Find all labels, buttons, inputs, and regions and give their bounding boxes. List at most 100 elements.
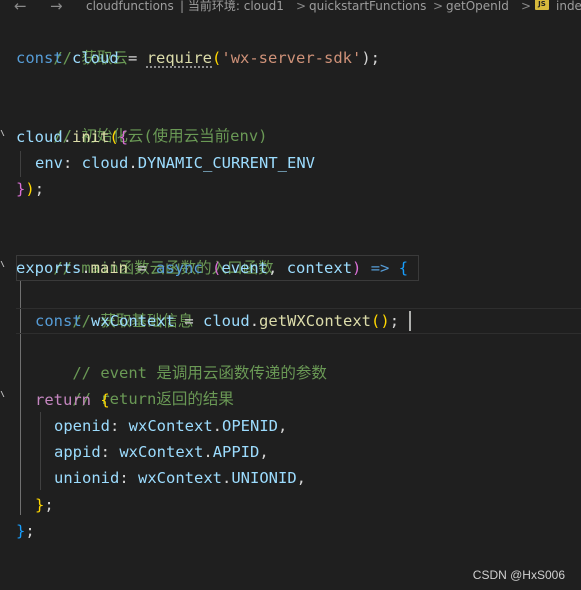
breadcrumb-item-env[interactable]: | 当前环境: cloud1 [180, 0, 284, 13]
bracket: } [35, 496, 45, 514]
operator: = [175, 312, 204, 330]
breadcrumb-separator: > [296, 0, 307, 13]
code-line-1: // 获取云 [16, 19, 128, 67]
operator: : [100, 443, 120, 461]
code-line-6: env: cloud.DYNAMIC_CURRENT_ENV [35, 150, 315, 176]
string-literal: 'wx-server-sdk' [221, 49, 362, 67]
operator: , [268, 259, 287, 277]
code-line-18: unionid: wxContext.UNIONID, [54, 465, 306, 491]
code-line-19: }; [35, 492, 54, 518]
variable: wxContext [128, 417, 213, 435]
operator: : [119, 469, 138, 487]
property-key: appid [54, 443, 101, 461]
operator: . [222, 469, 232, 487]
breadcrumb: ← → cloudfunctions | 当前环境: cloud1 > quic… [0, 0, 581, 16]
bracket: } [16, 180, 26, 198]
breadcrumb-item-cloudfunctions[interactable]: cloudfunctions [86, 0, 174, 13]
operator: = [118, 49, 147, 67]
operator: . [62, 128, 73, 146]
bracket: { [100, 391, 110, 409]
javascript-file-icon: JS [535, 0, 549, 10]
variable: cloud [72, 49, 119, 67]
operator-arrow: => [361, 259, 399, 277]
operator: . [81, 259, 91, 277]
keyword-async: async [156, 259, 203, 277]
operator: , [259, 443, 269, 461]
code-line-16: openid: wxContext.OPENID, [54, 413, 287, 439]
fold-marker-icon[interactable] [0, 391, 11, 397]
code-line-14: // return返回的结果 [35, 360, 234, 408]
operator: = [128, 259, 156, 277]
operator: : [63, 154, 82, 172]
keyword-const: const [16, 49, 63, 67]
editor-window: { "breadcrumb": { "back": "←", "forward"… [0, 0, 581, 590]
breadcrumb-item-quickstart[interactable]: quickstartFunctions [309, 0, 426, 13]
code-line-20: }; [16, 518, 35, 544]
variable: wxContext [119, 443, 204, 461]
bracket: } [16, 522, 26, 540]
watermark: CSDN @HxS006 [472, 568, 565, 582]
bracket: ( [212, 49, 222, 67]
function-call: init [72, 128, 110, 146]
function-call: require [146, 49, 213, 67]
fold-marker-icon[interactable] [0, 261, 11, 267]
operator: . [249, 312, 260, 330]
constant: APPID [212, 443, 260, 461]
bracket: () [371, 312, 390, 330]
operator: . [203, 443, 213, 461]
bracket: ) [352, 259, 362, 277]
operator: : [110, 417, 129, 435]
bracket: { [118, 128, 129, 146]
function-name: main [90, 259, 128, 277]
breadcrumb-separator: > [433, 0, 444, 13]
code-line-12: const wxContext = cloud.getWXContext(); [35, 308, 399, 334]
back-arrow-icon[interactable]: ← [14, 0, 27, 14]
code-line-11: // 获取基础信息 [35, 282, 193, 330]
keyword-return: return [35, 391, 91, 409]
code-line-9: // main函数云函数的入口函数 [16, 229, 273, 277]
operator: . [212, 417, 223, 435]
parameter: context [286, 259, 353, 277]
property-key: env [35, 154, 63, 172]
code-line-15: return { [35, 387, 110, 413]
bracket: { [398, 259, 409, 277]
operator: , [296, 469, 307, 487]
code-line-2: const cloud = require('wx-server-sdk'); [16, 45, 380, 71]
bracket: ( [109, 128, 119, 146]
property-key: openid [54, 417, 110, 435]
function-call: getWXContext [259, 312, 372, 330]
operator: , [278, 417, 288, 435]
operator: ; [25, 522, 35, 540]
text-cursor [409, 311, 411, 331]
constant: DYNAMIC_CURRENT_ENV [137, 154, 315, 172]
variable: wxContext [91, 312, 176, 330]
property-key: unionid [54, 469, 120, 487]
operator: ; [34, 180, 45, 198]
breadcrumb-item-getopenid[interactable]: getOpenId [446, 0, 509, 13]
parameter: event [221, 259, 269, 277]
operator: ; [44, 496, 54, 514]
bracket: ); [361, 49, 381, 67]
variable: cloud [203, 312, 250, 330]
bracket: ( [212, 259, 222, 277]
code-line-13: // event 是调用云函数传递的参数 [35, 334, 327, 382]
operator: . [128, 154, 138, 172]
breadcrumb-separator: > [521, 0, 532, 13]
constant: UNIONID [231, 469, 297, 487]
keyword-const: const [35, 312, 82, 330]
bracket: ) [25, 180, 35, 198]
variable: cloud [81, 154, 129, 172]
variable: cloud [16, 128, 63, 146]
operator: ; [389, 312, 400, 330]
breadcrumb-item-file[interactable]: inde [556, 0, 581, 13]
code-line-10: exports.main = async (event, context) =>… [16, 255, 408, 281]
code-line-5: cloud.init({ [16, 124, 128, 150]
code-line-17: appid: wxContext.APPID, [54, 439, 269, 465]
constant: OPENID [222, 417, 279, 435]
forward-arrow-icon[interactable]: → [50, 0, 63, 14]
code-line-4: // 初始化云(使用云当前env) [16, 97, 267, 145]
code-line-7: }); [16, 176, 44, 202]
variable: wxContext [138, 469, 222, 487]
variable: exports [16, 259, 82, 277]
fold-marker-icon[interactable] [0, 130, 11, 136]
